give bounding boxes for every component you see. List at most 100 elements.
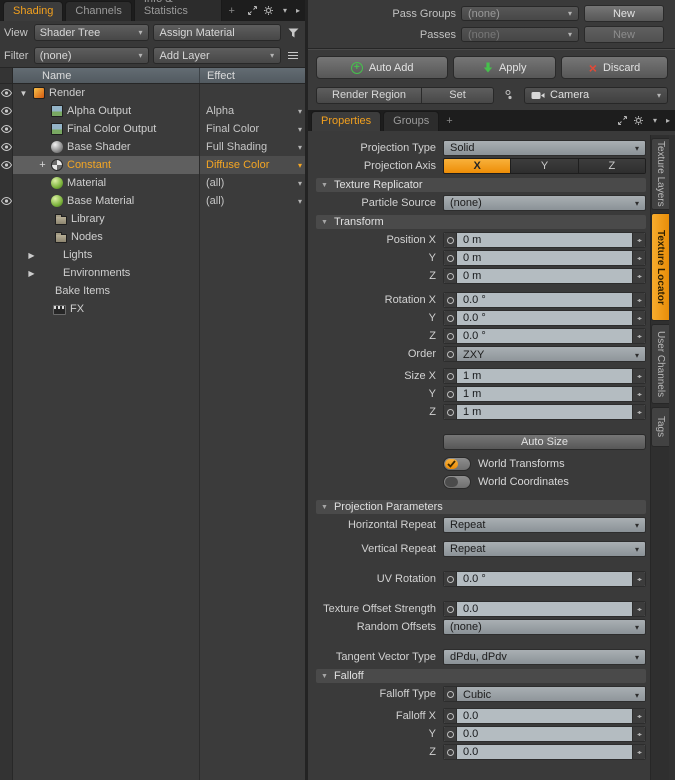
effect-cell[interactable]: Diffuse Color▾ <box>200 156 305 174</box>
side-tab-texture-locator[interactable]: Texture Locator <box>651 213 669 321</box>
tab-add[interactable]: + <box>441 112 457 131</box>
gear-icon[interactable] <box>263 5 274 16</box>
size-y-field[interactable]: 1 m ◂▸ <box>443 386 646 402</box>
channel-state-icon[interactable] <box>444 329 457 343</box>
spinner-icon[interactable]: ◂▸ <box>632 405 645 419</box>
chevron-down-icon[interactable]: ▾ <box>279 6 287 15</box>
falloff-z-value[interactable]: 0.0 <box>457 745 632 759</box>
effect-cell[interactable] <box>200 84 305 102</box>
auto-add-button[interactable]: + Auto Add <box>316 56 448 79</box>
random-offsets-dropdown[interactable]: (none) ▾ <box>443 619 646 635</box>
gear-icon[interactable] <box>633 115 644 126</box>
tree-row-final-color-output[interactable]: Final Color Output Final Color▾ <box>0 120 305 138</box>
channel-state-icon[interactable] <box>444 369 457 383</box>
spinner-icon[interactable]: ◂▸ <box>632 369 645 383</box>
rotation-y-value[interactable]: 0.0 ° <box>457 311 632 325</box>
position-y-value[interactable]: 0 m <box>457 251 632 265</box>
spinner-icon[interactable]: ◂▸ <box>632 269 645 283</box>
discard-button[interactable]: × Discard <box>561 56 668 79</box>
size-y-value[interactable]: 1 m <box>457 387 632 401</box>
spinner-icon[interactable]: ◂▸ <box>632 572 645 586</box>
visibility-toggle[interactable] <box>0 120 13 138</box>
chevron-down-icon[interactable]: ▾ <box>649 116 657 125</box>
rotation-y-field[interactable]: 0.0 ° ◂▸ <box>443 310 646 326</box>
pass-groups-dropdown[interactable]: (none) ▾ <box>461 6 579 21</box>
side-tab-user-channels[interactable]: User Channels <box>651 324 669 404</box>
falloff-type-dropdown[interactable]: Cubic ▾ <box>443 686 646 702</box>
tree-row-fx[interactable]: FX <box>0 300 305 318</box>
axis-z-button[interactable]: Z <box>578 159 645 173</box>
scrollbar-track[interactable] <box>669 135 675 780</box>
tree-row-constant[interactable]: + Constant Diffuse Color▾ <box>0 156 305 174</box>
expander-closed-icon[interactable]: ▶ <box>26 269 37 278</box>
texture-offset-strength-field[interactable]: 0.0 ◂▸ <box>443 601 646 617</box>
apply-button[interactable]: Apply <box>453 56 556 79</box>
auto-size-button[interactable]: Auto Size <box>443 434 646 450</box>
channel-state-icon[interactable] <box>444 745 457 759</box>
spinner-icon[interactable]: ◂▸ <box>632 293 645 307</box>
expander-open-icon[interactable]: ▼ <box>18 89 29 98</box>
side-tab-tags[interactable]: Tags <box>651 407 669 447</box>
channel-state-icon[interactable] <box>444 347 457 361</box>
texture-offset-strength-value[interactable]: 0.0 <box>457 602 632 616</box>
visibility-toggle[interactable] <box>0 156 13 174</box>
effect-cell[interactable]: (all)▾ <box>200 192 305 210</box>
position-z-value[interactable]: 0 m <box>457 269 632 283</box>
tangent-vector-type-dropdown[interactable]: dPdu, dPdv ▾ <box>443 649 646 665</box>
section-transform[interactable]: ▼ Transform <box>316 215 646 229</box>
spinner-icon[interactable]: ◂▸ <box>632 387 645 401</box>
section-falloff[interactable]: ▼ Falloff <box>316 669 646 683</box>
render-region-button[interactable]: Render Region <box>317 88 421 103</box>
spinner-icon[interactable]: ◂▸ <box>632 709 645 723</box>
name-column-header[interactable]: Name <box>13 68 200 83</box>
camera-dropdown[interactable]: Camera ▾ <box>524 87 668 104</box>
channel-state-icon[interactable] <box>444 311 457 325</box>
position-z-field[interactable]: 0 m ◂▸ <box>443 268 646 284</box>
vertical-repeat-dropdown[interactable]: Repeat ▾ <box>443 541 646 557</box>
size-x-field[interactable]: 1 m ◂▸ <box>443 368 646 384</box>
spinner-icon[interactable]: ◂▸ <box>632 727 645 741</box>
position-x-field[interactable]: 0 m ◂▸ <box>443 232 646 248</box>
menu-hamburger-icon[interactable] <box>285 51 301 60</box>
world-coordinates-checkbox[interactable] <box>443 475 471 489</box>
channel-state-icon[interactable] <box>444 269 457 283</box>
visibility-toggle[interactable] <box>0 192 13 210</box>
falloff-y-field[interactable]: 0.0 ◂▸ <box>443 726 646 742</box>
assign-material-button[interactable]: Assign Material <box>153 24 282 41</box>
tab-properties[interactable]: Properties <box>311 111 381 131</box>
spinner-icon[interactable]: ◂▸ <box>632 329 645 343</box>
size-x-value[interactable]: 1 m <box>457 369 632 383</box>
channel-state-icon[interactable] <box>444 251 457 265</box>
tree-row-bake-items[interactable]: Bake Items <box>0 282 305 300</box>
effect-cell[interactable]: Final Color▾ <box>200 120 305 138</box>
tab-add[interactable]: + <box>224 2 240 21</box>
channel-state-icon[interactable] <box>444 572 457 586</box>
passes-dropdown[interactable]: (none) ▾ <box>461 27 579 42</box>
falloff-z-field[interactable]: 0.0 ◂▸ <box>443 744 646 760</box>
visibility-toggle[interactable] <box>0 102 13 120</box>
channel-state-icon[interactable] <box>444 387 457 401</box>
size-z-field[interactable]: 1 m ◂▸ <box>443 404 646 420</box>
set-button[interactable]: Set <box>421 88 493 103</box>
rotation-x-value[interactable]: 0.0 ° <box>457 293 632 307</box>
projection-type-dropdown[interactable]: Solid ▾ <box>443 140 646 156</box>
tree-row-material[interactable]: Material (all)▾ <box>0 174 305 192</box>
section-projection-parameters[interactable]: ▼ Projection Parameters <box>316 500 646 514</box>
tree-row-environments[interactable]: ▶ Environments <box>0 264 305 282</box>
tree-row-lights[interactable]: ▶ Lights <box>0 246 305 264</box>
spinner-icon[interactable]: ◂▸ <box>632 233 645 247</box>
rotation-z-field[interactable]: 0.0 ° ◂▸ <box>443 328 646 344</box>
channel-state-icon[interactable] <box>444 687 457 701</box>
tree-row-library[interactable]: Library <box>0 210 305 228</box>
tab-info-statistics[interactable]: Info & Statistics <box>134 0 222 21</box>
section-texture-replicator[interactable]: ▼ Texture Replicator <box>316 178 646 192</box>
tab-channels[interactable]: Channels <box>65 1 131 21</box>
tree-row-base-shader[interactable]: Base Shader Full Shading▾ <box>0 138 305 156</box>
rotation-z-value[interactable]: 0.0 ° <box>457 329 632 343</box>
particle-source-dropdown[interactable]: (none) ▾ <box>443 195 646 211</box>
falloff-y-value[interactable]: 0.0 <box>457 727 632 741</box>
effect-column-header[interactable]: Effect <box>200 68 305 83</box>
effect-cell[interactable]: (all)▾ <box>200 174 305 192</box>
channel-state-icon[interactable] <box>444 293 457 307</box>
filter-funnel-icon[interactable] <box>285 28 301 38</box>
